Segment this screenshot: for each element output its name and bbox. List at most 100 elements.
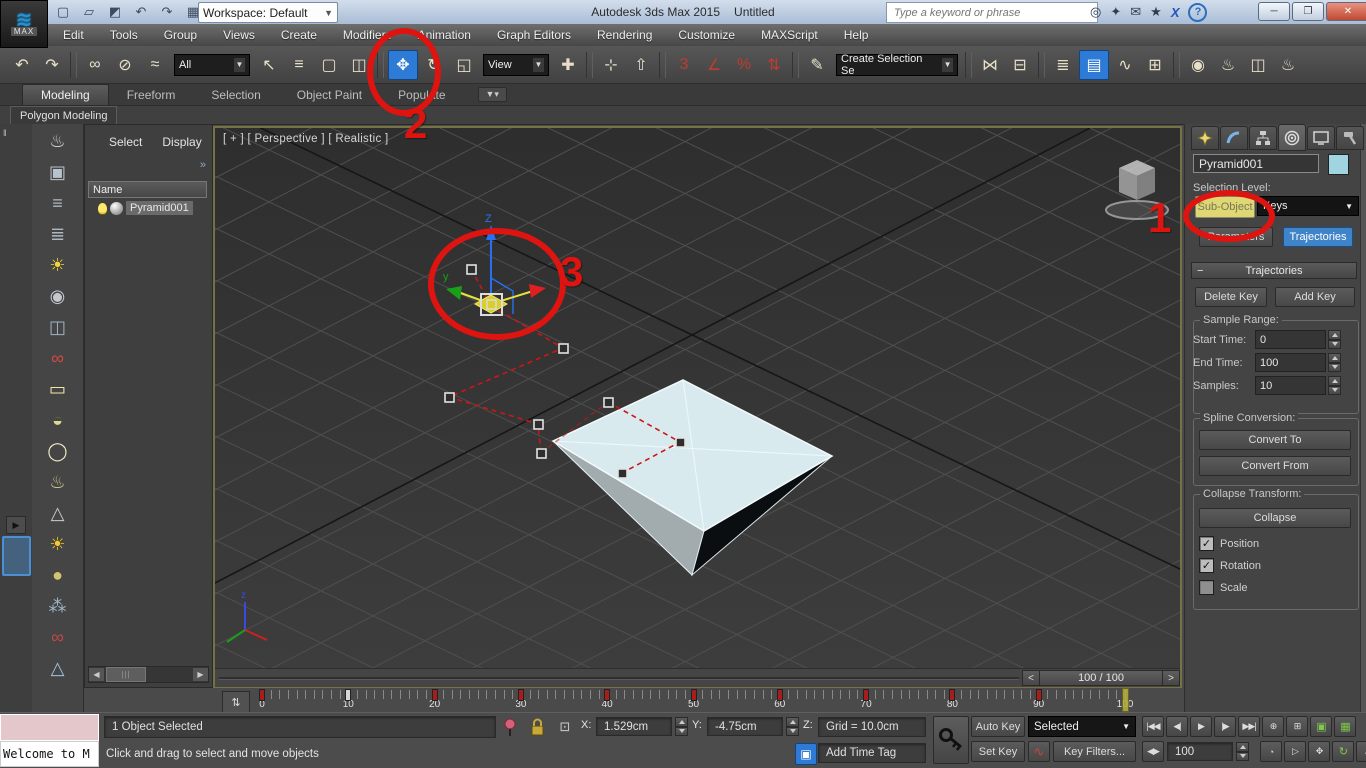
molecule-icon[interactable]: ∞	[38, 622, 78, 653]
scroll-right-icon[interactable]: ▶	[193, 668, 208, 681]
menu-create[interactable]: Create	[268, 24, 330, 46]
render-settings-icon[interactable]: ≣	[38, 219, 78, 250]
x-coord-spinner[interactable]	[675, 717, 688, 736]
trajectories-button[interactable]: Trajectories	[1283, 227, 1353, 247]
menu-tools[interactable]: Tools	[97, 24, 151, 46]
ribbon-overflow-icon[interactable]: ▼▾	[478, 87, 507, 102]
camera-gizmo-icon[interactable]: △	[38, 653, 78, 684]
delete-key-button[interactable]: Delete Key	[1195, 287, 1267, 307]
end-time-field[interactable]: 100	[1255, 353, 1326, 372]
go-to-start-button[interactable]: |◀◀	[1142, 716, 1164, 737]
default-tangent-icon[interactable]: ∿	[1028, 741, 1050, 762]
horizontal-scrollbar[interactable]: ◀ ||| ▶	[88, 666, 209, 683]
checkbox-position[interactable]: ✓Position	[1199, 536, 1259, 551]
active-tool-slot[interactable]	[2, 536, 31, 576]
end-time-spinner[interactable]	[1328, 353, 1341, 372]
key-mode-toggle-icon[interactable]: ◀▶	[1142, 741, 1164, 762]
y-coord-field[interactable]: -4.75cm	[707, 717, 783, 736]
dome-light-icon[interactable]: ◒	[38, 405, 78, 436]
y-coord-spinner[interactable]	[786, 717, 799, 736]
ribbon-tab-object-paint[interactable]: Object Paint	[279, 85, 380, 105]
track-key-frame-70[interactable]	[863, 689, 869, 701]
selection-filter-dropdown[interactable]: All▼	[174, 54, 250, 76]
track-bar[interactable]: ⇅ 0102030405060708090100	[213, 688, 1182, 715]
render-production-icon[interactable]: ♨	[1274, 51, 1302, 79]
toggle-scene-explorer-icon[interactable]: ▤	[1079, 50, 1109, 80]
bind-to-space-warp-icon[interactable]: ≈	[141, 51, 169, 79]
polygon-modeling-panel-button[interactable]: Polygon Modeling	[10, 106, 117, 125]
disc-light-icon[interactable]: ◯	[38, 436, 78, 467]
absolute-mode-icon[interactable]: ⊡	[556, 717, 574, 737]
restore-button[interactable]: ❐	[1292, 2, 1324, 21]
menu-maxscript[interactable]: MAXScript	[748, 24, 831, 46]
percent-snap-icon[interactable]: %	[730, 51, 758, 79]
video-camera-icon[interactable]: ◉	[38, 281, 78, 312]
save-file-icon[interactable]: ◩	[104, 2, 126, 22]
checkbox-box-scale[interactable]	[1199, 580, 1214, 595]
sun-light-icon[interactable]: ☀	[38, 529, 78, 560]
checkbox-box-position[interactable]: ✓	[1199, 536, 1214, 551]
play-button[interactable]: ▶	[1190, 716, 1212, 737]
samples-field[interactable]: 10	[1255, 376, 1326, 395]
scrollbar-thumb[interactable]: |||	[106, 667, 146, 682]
edit-named-selection-sets-icon[interactable]: ✎	[803, 51, 831, 79]
stereo-camera-icon[interactable]: ∞	[38, 343, 78, 374]
display-tab[interactable]	[1307, 126, 1335, 150]
undo-icon[interactable]: ↶	[130, 2, 152, 22]
current-frame-display[interactable]: 100 / 100	[1040, 670, 1162, 686]
ribbon-tab-modeling[interactable]: Modeling	[22, 84, 109, 105]
particle-array-icon[interactable]: ⁂	[38, 591, 78, 622]
zoom-extents-icon[interactable]: ▣	[1310, 716, 1332, 737]
create-tab[interactable]	[1191, 126, 1219, 150]
select-by-name-icon[interactable]: ≡	[285, 51, 313, 79]
select-and-manipulate-icon[interactable]: ⊹	[597, 51, 625, 79]
new-file-icon[interactable]: ▢	[52, 2, 74, 22]
isolate-selection-toggle-icon[interactable]: ▣	[795, 743, 817, 765]
search-icon[interactable]: ◎	[1090, 4, 1101, 20]
rendered-frame-window-icon[interactable]: ◫	[1244, 51, 1272, 79]
scroll-left-icon[interactable]: ◀	[89, 668, 104, 681]
menu-graph-editors[interactable]: Graph Editors	[484, 24, 584, 46]
lightbulb-icon[interactable]	[98, 203, 107, 214]
help-icon[interactable]: ?	[1188, 3, 1207, 22]
track-key-frame-80[interactable]	[949, 689, 955, 701]
curve-editor-icon[interactable]: ∿	[1111, 51, 1139, 79]
time-slider-handle[interactable]: < 100 / 100 >	[1022, 670, 1180, 686]
workspace-dropdown[interactable]: Workspace: Default ▼	[198, 2, 338, 23]
select-object-icon[interactable]: ↖	[255, 51, 283, 79]
track-key-frame-90[interactable]	[1036, 689, 1042, 701]
key-filters-button[interactable]: Key Filters...	[1053, 741, 1136, 762]
time-configuration-icon[interactable]: ◔	[1260, 741, 1282, 762]
menu-views[interactable]: Views	[210, 24, 268, 46]
maximize-viewport-icon[interactable]: ↗	[1356, 741, 1366, 762]
redo-icon[interactable]: ↷	[156, 2, 178, 22]
favorites-star-icon[interactable]: ★	[1150, 4, 1162, 20]
spinner-snap-icon[interactable]: ⇅	[760, 51, 788, 79]
selection-set-dropdown[interactable]: Selected ▼	[1028, 716, 1136, 737]
render-preview-icon[interactable]: ▣	[38, 157, 78, 188]
mirror-icon[interactable]: ⋈	[976, 51, 1004, 79]
rect-light-icon[interactable]: ▭	[38, 374, 78, 405]
samples-spinner[interactable]	[1328, 376, 1341, 395]
snaps-toggle-3d-icon[interactable]: 3	[670, 51, 698, 79]
material-editor-icon[interactable]: ◉	[1184, 51, 1212, 79]
zoom-all-icon[interactable]: ⊞	[1286, 716, 1308, 737]
hierarchy-tab[interactable]	[1249, 126, 1277, 150]
viewport-label[interactable]: [ + ] [ Perspective ] [ Realistic ]	[223, 133, 389, 145]
minimize-button[interactable]: ─	[1258, 2, 1290, 21]
menu-edit[interactable]: Edit	[50, 24, 97, 46]
manage-layers-icon[interactable]: ≣	[1049, 51, 1077, 79]
align-icon[interactable]: ⊟	[1006, 51, 1034, 79]
play-selected-icon[interactable]: ▷	[1284, 741, 1306, 762]
object-name-field[interactable]: Pyramid001	[1193, 154, 1319, 173]
track-key-frame-60[interactable]	[777, 689, 783, 701]
expand-arrow-button[interactable]: ▶	[6, 516, 26, 534]
subscription-key-icon[interactable]: ✦	[1110, 4, 1121, 20]
exchange-apps-icon[interactable]: X	[1171, 5, 1180, 20]
checkbox-scale[interactable]: Scale	[1199, 580, 1248, 595]
menu-group[interactable]: Group	[151, 24, 210, 46]
add-time-tag-field[interactable]: Add Time Tag	[818, 743, 926, 763]
modify-tab[interactable]	[1220, 126, 1248, 150]
named-selection-sets-dropdown[interactable]: Create Selection Se▼	[836, 54, 958, 76]
name-column-header[interactable]: Name	[88, 181, 207, 198]
